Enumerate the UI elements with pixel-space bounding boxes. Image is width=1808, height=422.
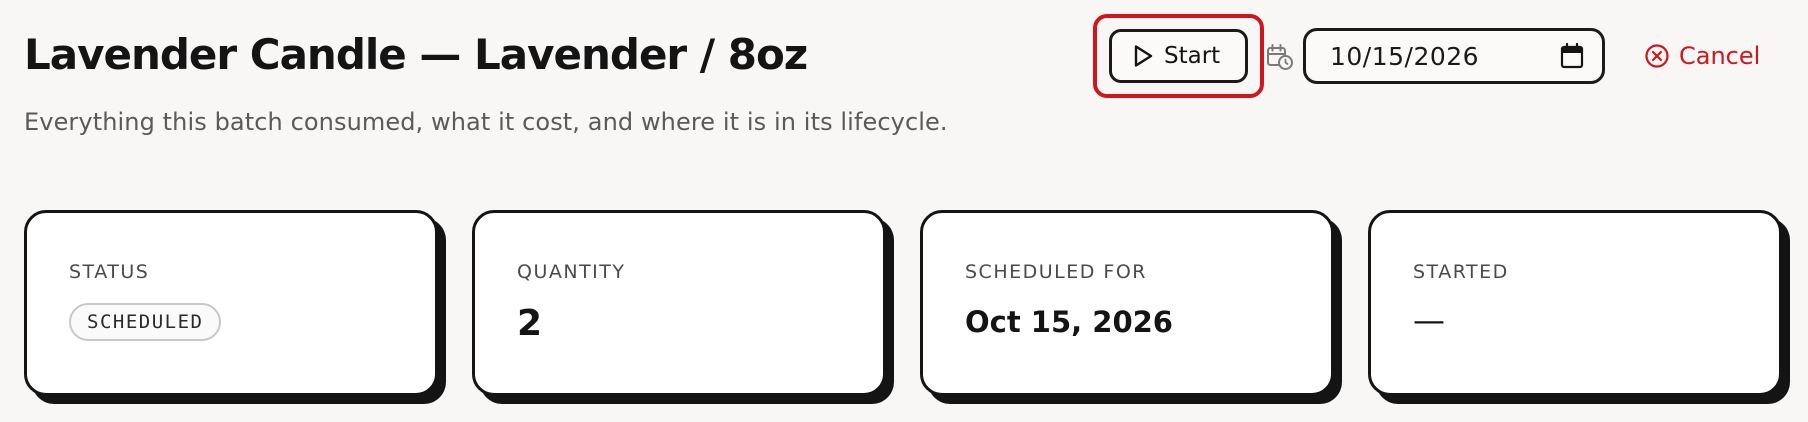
play-icon: [1132, 44, 1154, 68]
start-button-label: Start: [1164, 43, 1221, 69]
scheduled-for-card: SCHEDULED FOR Oct 15, 2026: [920, 210, 1334, 396]
started-card: STARTED —: [1368, 210, 1782, 396]
batch-detail-page: Lavender Candle — Lavender / 8oz Everyth…: [0, 0, 1808, 422]
page-subtitle: Everything this batch consumed, what it …: [24, 108, 948, 136]
scheduled-for-card-label: SCHEDULED FOR: [965, 261, 1148, 283]
calendar-icon[interactable]: [1560, 43, 1584, 69]
started-value: —: [1413, 301, 1445, 339]
scheduled-date-value: 10/15/2026: [1330, 41, 1480, 71]
scheduled-date-input[interactable]: 10/15/2026: [1303, 28, 1605, 84]
cancel-button[interactable]: Cancel: [1644, 38, 1760, 74]
scheduled-for-value: Oct 15, 2026: [965, 305, 1173, 339]
quantity-value: 2: [517, 303, 543, 344]
x-circle-icon: [1644, 43, 1670, 69]
status-card-label: STATUS: [69, 261, 150, 283]
page-header: Lavender Candle — Lavender / 8oz Everyth…: [0, 0, 1808, 150]
page-title: Lavender Candle — Lavender / 8oz: [24, 30, 808, 79]
calendar-clock-icon: [1265, 42, 1295, 72]
started-card-label: STARTED: [1413, 261, 1509, 283]
cancel-button-label: Cancel: [1679, 42, 1761, 70]
status-badge: SCHEDULED: [69, 303, 222, 341]
summary-cards: STATUS SCHEDULED QUANTITY 2 SCHEDULED FO…: [24, 210, 1784, 400]
quantity-card-label: QUANTITY: [517, 261, 626, 283]
start-button[interactable]: Start: [1109, 29, 1248, 83]
quantity-card: QUANTITY 2: [472, 210, 886, 396]
status-card: STATUS SCHEDULED: [24, 210, 438, 396]
